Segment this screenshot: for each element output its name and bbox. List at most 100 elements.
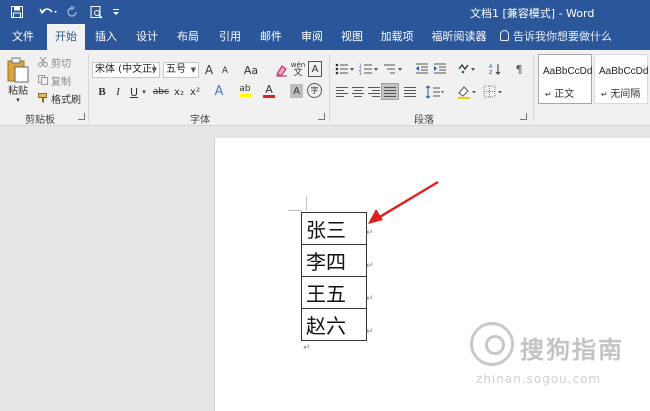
tab-addins[interactable]: 加载项	[377, 24, 417, 50]
tab-file[interactable]: 文件	[8, 24, 38, 50]
font-color-button[interactable]: A	[262, 83, 276, 99]
sogou-logo-icon	[470, 322, 514, 366]
style-no-spacing[interactable]: AaBbCcDd ↵ 无间隔	[594, 54, 648, 104]
cut-button[interactable]: 剪切	[38, 55, 74, 70]
superscript-button[interactable]: x²	[188, 84, 202, 100]
font-size-combo[interactable]: 五号 ▼	[163, 62, 199, 78]
tab-design[interactable]: 设计	[131, 24, 163, 50]
style-name-text: 无间隔	[610, 89, 641, 100]
grow-font-button[interactable]: A	[202, 62, 216, 78]
font-color-swatch	[263, 95, 275, 98]
font-group-label: 字体	[190, 115, 210, 126]
paragraph-mark: ↵	[303, 343, 311, 353]
strikethrough-button[interactable]: abc	[150, 84, 172, 100]
ribbon: 粘贴 ▾ 剪切 复制 格式刷 剪贴板 宋体 (中文正) ▼ 五号 ▼ A A Aa …	[0, 50, 650, 126]
style-normal[interactable]: AaBbCcDd ↵ 正文	[538, 54, 592, 104]
print-preview-icon[interactable]	[86, 0, 106, 24]
character-shading-button[interactable]: A	[290, 84, 303, 98]
highlight-color-swatch	[239, 94, 251, 97]
align-center-icon[interactable]	[352, 87, 364, 97]
lightbulb-icon	[500, 30, 509, 41]
font-launcher-icon[interactable]	[318, 113, 325, 120]
tab-view[interactable]: 视图	[336, 24, 368, 50]
tab-foxit-reader[interactable]: 福昕阅读器	[428, 24, 490, 50]
tab-mailings[interactable]: 邮件	[255, 24, 287, 50]
italic-button[interactable]: I	[112, 84, 124, 100]
justify-button[interactable]	[381, 83, 399, 100]
group-separator	[533, 54, 534, 122]
font-color-label: A	[265, 83, 273, 96]
bullets-icon[interactable]	[334, 62, 356, 76]
borders-icon[interactable]	[482, 84, 504, 100]
scissors-icon	[38, 57, 48, 67]
table-cell[interactable]: 李四	[301, 244, 367, 277]
format-painter-label: 格式刷	[51, 94, 81, 106]
copy-button[interactable]: 复制	[38, 73, 74, 88]
distributed-icon[interactable]	[404, 87, 416, 97]
document-page[interactable]	[214, 138, 650, 411]
watermark-url: zhinan.sogou.com	[476, 372, 602, 386]
title-bar: 文档1 [兼容模式] - Word	[0, 0, 650, 24]
tab-review[interactable]: 审阅	[296, 24, 328, 50]
style-name: ↵ 正文	[545, 89, 575, 100]
font-name-value: 宋体 (中文正)	[95, 64, 156, 75]
align-right-icon[interactable]	[368, 87, 380, 97]
tab-references[interactable]: 引用	[214, 24, 246, 50]
tab-insert[interactable]: 插入	[91, 24, 121, 50]
numbering-icon[interactable]: 123	[358, 62, 380, 76]
customize-qat-icon[interactable]	[110, 0, 122, 24]
tab-home[interactable]: 开始	[47, 24, 85, 51]
clear-formatting-icon[interactable]	[274, 62, 288, 78]
table-cell[interactable]: 王五	[301, 276, 367, 309]
red-arrow-annotation	[368, 180, 439, 224]
copy-icon	[38, 75, 48, 85]
end-of-row-mark: ↵	[366, 261, 374, 271]
style-preview: AaBbCcDd	[543, 66, 593, 77]
name-table[interactable]: 张三 李四 王五 赵六	[301, 212, 367, 341]
enclose-characters-button[interactable]: 字	[307, 83, 322, 98]
highlight-button[interactable]: ab	[236, 83, 254, 99]
phonetic-guide-button[interactable]: wén 文	[290, 60, 306, 78]
font-name-combo[interactable]: 宋体 (中文正) ▼	[92, 62, 160, 78]
character-border-button[interactable]: A	[308, 61, 322, 77]
group-separator	[329, 54, 330, 122]
paste-icon[interactable]	[6, 56, 30, 84]
sort-icon[interactable]: AZ	[488, 61, 502, 77]
undo-icon[interactable]	[36, 0, 62, 24]
subscript-button[interactable]: x₂	[172, 84, 186, 100]
text-boundary-mark	[306, 196, 307, 210]
shrink-font-button[interactable]: A	[218, 63, 232, 79]
ribbon-tabs: 文件 开始 插入 设计 布局 引用 邮件 审阅 视图 加载项 福昕阅读器 告诉我…	[0, 24, 650, 51]
chevron-down-icon[interactable]: ▾	[140, 84, 148, 100]
redo-icon[interactable]	[64, 0, 80, 24]
phonetic-char: 文	[293, 68, 303, 78]
end-of-row-mark: ↵	[366, 327, 374, 337]
copy-label: 复制	[51, 76, 71, 88]
paste-button[interactable]: 粘贴	[4, 82, 32, 97]
save-icon[interactable]	[6, 0, 28, 24]
table-cell[interactable]: 赵六	[301, 308, 367, 341]
align-left-icon[interactable]	[336, 87, 348, 97]
format-painter-button[interactable]: 格式刷	[38, 91, 82, 106]
text-effects-button[interactable]: A	[212, 83, 226, 99]
paragraph-shading-icon[interactable]	[456, 84, 478, 100]
svg-text:Z: Z	[489, 70, 493, 75]
line-spacing-icon[interactable]	[424, 84, 446, 100]
chinese-layout-icon[interactable]	[456, 61, 478, 77]
change-case-button[interactable]: Aa	[240, 62, 262, 78]
table-row: 张三	[301, 212, 367, 245]
paste-dropdown-icon[interactable]: ▾	[12, 96, 24, 104]
decrease-indent-icon[interactable]	[414, 62, 430, 76]
bold-button[interactable]: B	[96, 84, 108, 100]
tab-layout[interactable]: 布局	[172, 24, 204, 50]
show-marks-icon[interactable]: ¶	[512, 61, 526, 77]
table-cell[interactable]: 张三	[301, 212, 367, 245]
paragraph-launcher-icon[interactable]	[520, 113, 527, 120]
tell-me-text: 告诉我你想要做什么	[513, 30, 612, 43]
increase-indent-icon[interactable]	[432, 62, 448, 76]
clipboard-launcher-icon[interactable]	[78, 113, 85, 120]
tell-me-box[interactable]: 告诉我你想要做什么	[500, 24, 612, 50]
underline-button[interactable]: U	[128, 84, 140, 100]
chevron-down-icon: ▼	[151, 66, 157, 74]
multilevel-list-icon[interactable]	[382, 62, 406, 76]
